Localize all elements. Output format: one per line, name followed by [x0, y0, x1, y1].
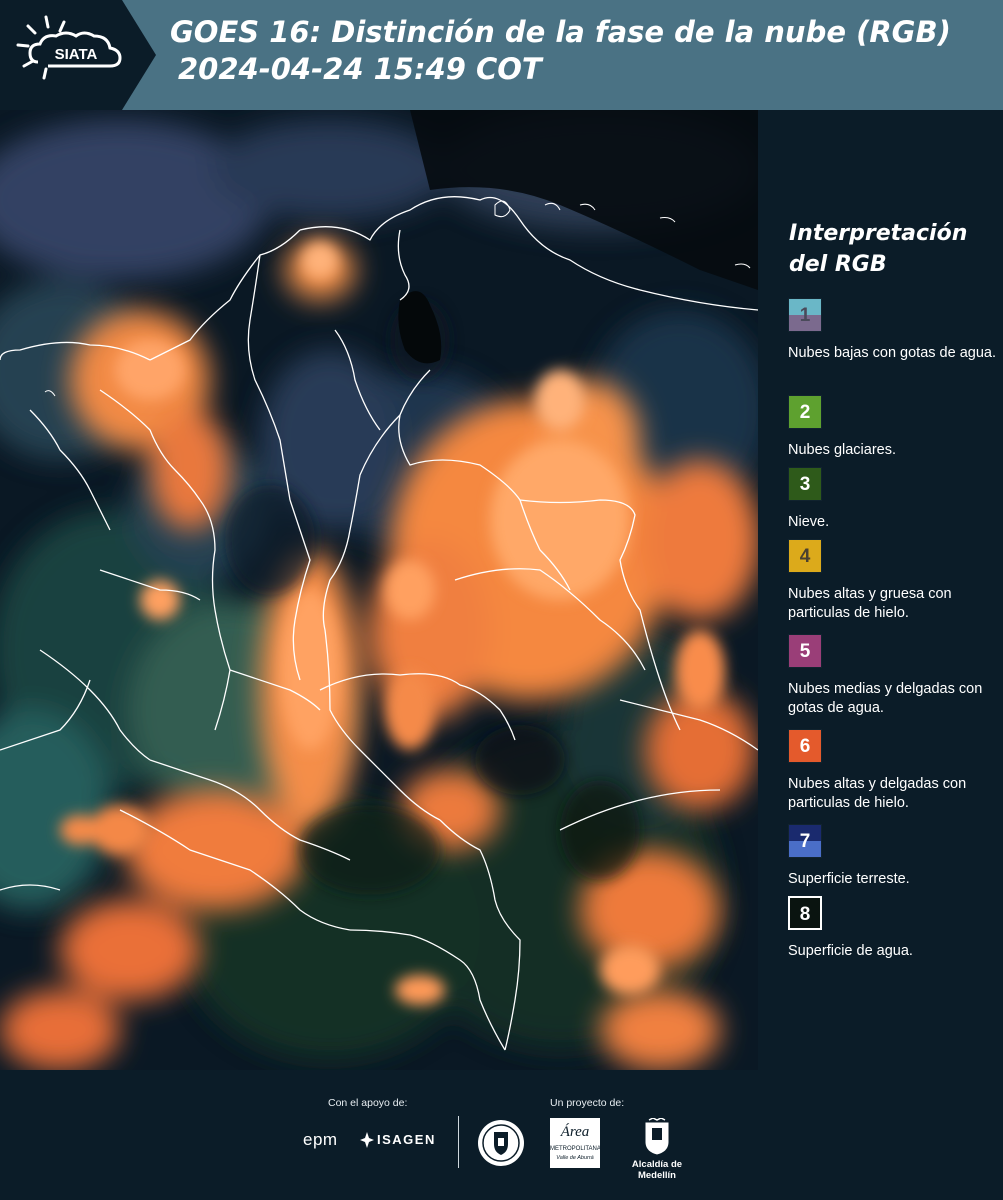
footer: Con el apoyo de: Un proyecto de: epm ISA… — [0, 1070, 1003, 1200]
legend-item-8: 8 Superficie de agua. — [788, 896, 998, 961]
legend-title-line-2: del RGB — [789, 252, 887, 277]
legend-item-7: 7 Superficie terreste. — [788, 824, 998, 889]
legend-item-3: 3 Nieve. — [788, 467, 998, 532]
legend-swatch: 8 — [788, 896, 822, 930]
legend-swatch-number: 4 — [799, 546, 811, 567]
legend-swatch-number: 2 — [799, 402, 811, 423]
alcaldia-logo[interactable]: Alcaldía de Medellín — [612, 1118, 702, 1181]
legend-swatch: 6 — [788, 729, 822, 763]
legend-title: Interpretación del RGB — [789, 218, 989, 280]
legend-label: Superficie de agua. — [788, 943, 913, 959]
legend-swatch: 2 — [788, 395, 822, 429]
legend-swatch-number: 8 — [799, 904, 811, 925]
logo-text: SIATA — [55, 46, 98, 63]
legend-panel: Interpretación del RGB 1 Nubes bajas con … — [768, 110, 1003, 1070]
epm-logo-text: epm — [303, 1130, 338, 1149]
title-line-2: 2024-04-24 15:49 COT — [178, 52, 542, 86]
area-metropolitana-logo[interactable]: Área METROPOLITANA Valle de Aburrá — [550, 1118, 601, 1168]
header-bar: SIATA GOES 16: Distinción de la fase de … — [0, 0, 1003, 110]
satellite-map[interactable] — [0, 110, 758, 1070]
legend-swatch-number: 5 — [799, 641, 811, 662]
page-title: GOES 16: Distinción de la fase de la nub… — [170, 14, 990, 88]
support-caption: Con el apoyo de: — [328, 1097, 408, 1109]
legend-item-2: 2 Nubes glaciares. — [788, 395, 998, 460]
legend-label: Superficie terreste. — [788, 871, 910, 887]
area-logo-subtext-2: Valle de Aburrá — [556, 1155, 594, 1161]
legend-label: Nieve. — [788, 514, 830, 530]
legend-label: Nubes glaciares. — [788, 442, 896, 458]
legend-label: Nubes bajas con gotas de agua. — [788, 345, 996, 361]
legend-title-line-1: Interpretación — [789, 221, 968, 246]
legend-item-5: 5 Nubes medias y delgadas con gotas de ag… — [788, 634, 998, 718]
legend-item-4: 4 Nubes altas y gruesa con particulas de … — [788, 539, 998, 623]
seal-logo[interactable] — [476, 1118, 526, 1173]
alcaldia-crest-icon — [644, 1118, 670, 1156]
project-caption: Un proyecto de: — [550, 1097, 625, 1109]
legend-swatch: 5 — [788, 634, 822, 668]
title-line-1: GOES 16: Distinción de la fase de la nub… — [170, 15, 951, 49]
footer-divider — [458, 1116, 459, 1168]
legend-label: Nubes medias y delgadas con gotas de agu… — [788, 681, 983, 716]
legend-item-1: 1 Nubes bajas con gotas de agua. — [788, 298, 998, 363]
legend-swatch: 1 — [788, 298, 822, 332]
legend-swatch-number: 7 — [799, 831, 811, 852]
legend-swatch-number: 3 — [799, 474, 811, 495]
legend-swatch-number: 6 — [799, 736, 811, 757]
alcaldia-text: Alcaldía de Medellín — [631, 1159, 683, 1181]
isagen-mark-icon — [360, 1132, 374, 1148]
legend-swatch: 7 — [788, 824, 822, 858]
isagen-logo-text: ISAGEN — [377, 1132, 436, 1147]
legend-label: Nubes altas y delgadas con particulas de… — [788, 776, 967, 811]
seal-icon — [478, 1120, 524, 1166]
siata-logo[interactable]: SIATA — [0, 0, 156, 110]
legend-swatch: 3 — [788, 467, 822, 501]
area-logo-text: Área — [560, 1124, 590, 1140]
legend-label: Nubes altas y gruesa con particulas de h… — [788, 586, 952, 621]
area-logo-subtext: METROPOLITANA — [550, 1146, 601, 1152]
legend-item-6: 6 Nubes altas y delgadas con particulas d… — [788, 729, 998, 813]
legend-swatch: 4 — [788, 539, 822, 573]
legend-swatch-number: 1 — [799, 305, 811, 326]
